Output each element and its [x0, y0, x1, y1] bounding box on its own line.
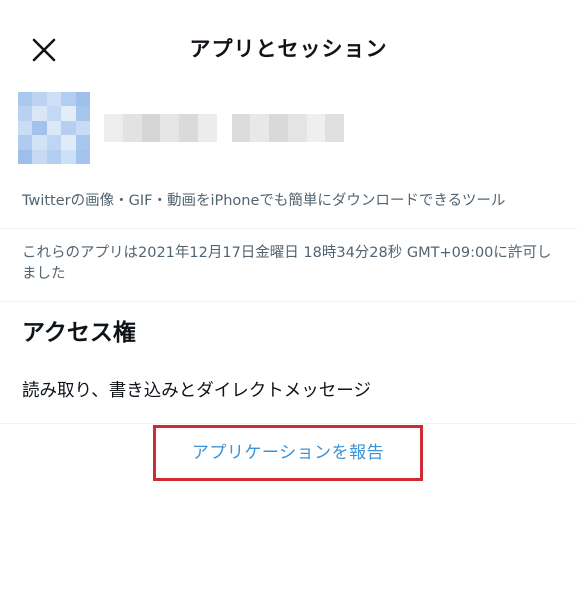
divider: [0, 423, 577, 424]
app-info-row: [18, 92, 558, 164]
app-name-redacted: [104, 114, 344, 142]
report-highlight-box: [153, 425, 423, 481]
authorization-date-text: これらのアプリは2021年12月17日金曜日 18時34分28秒 GMT+09:…: [22, 245, 552, 282]
access-permission-value: 読み取り、書き込みとダイレクトメッセージ: [22, 381, 371, 401]
access-heading: アクセス権: [22, 320, 136, 346]
app-avatar: [18, 92, 90, 164]
page-title: アプリとセッション: [189, 37, 388, 61]
header-bar: アプリとセッション: [0, 0, 577, 96]
divider: [0, 228, 577, 229]
divider: [0, 301, 577, 302]
app-description: Twitterの画像・GIF・動画をiPhoneでも簡単にダウンロードできるツー…: [22, 193, 506, 209]
